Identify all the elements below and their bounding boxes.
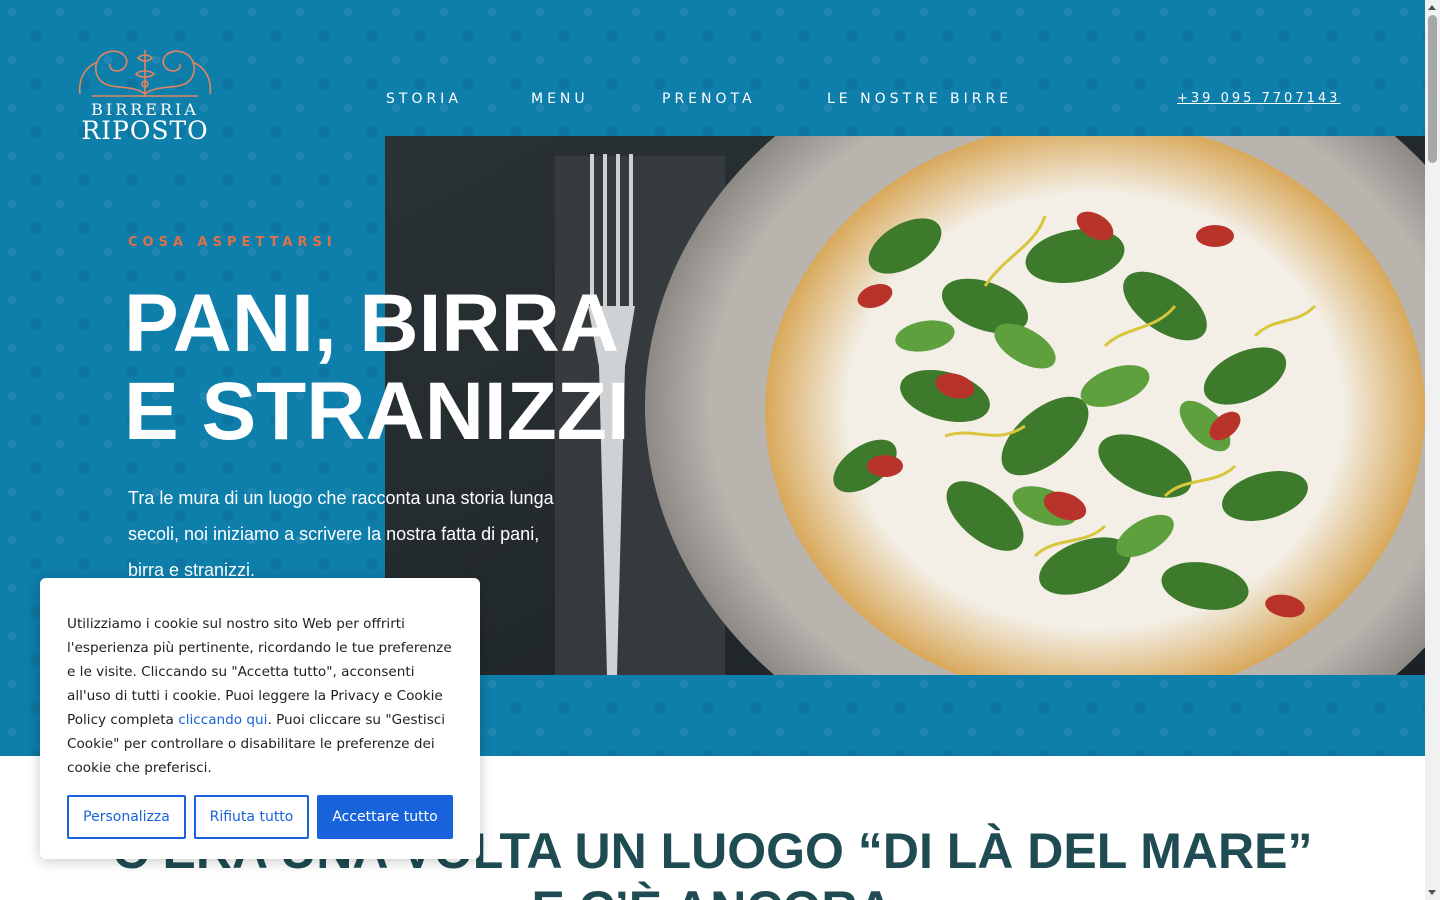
- nav-item-prenota[interactable]: PRENOTA: [662, 91, 756, 107]
- hero-headline: PANI, BIRRA E STRANIZZI: [124, 280, 630, 456]
- cookie-text: Utilizziamo i cookie sul nostro sito Web…: [67, 612, 453, 780]
- nav-item-le-nostre-birre[interactable]: LE NOSTRE BIRRE: [827, 91, 1012, 107]
- hero-kicker: COSA ASPETTARSI: [128, 235, 337, 250]
- brand-logo[interactable]: BIRRERIA RIPOSTO: [70, 44, 220, 148]
- scroll-thumb[interactable]: [1428, 15, 1437, 163]
- scroll-up-icon[interactable]: [1428, 5, 1436, 10]
- phone-link[interactable]: +39 095 7707143: [1177, 91, 1340, 106]
- logo-ornament-icon: [78, 50, 212, 97]
- customize-button[interactable]: Personalizza: [67, 795, 186, 839]
- hero-intro: Tra le mura di un luogo che racconta una…: [128, 488, 554, 580]
- hero-headline-line2: E STRANIZZI: [124, 366, 630, 457]
- accept-all-button[interactable]: Accettare tutto: [317, 795, 453, 839]
- cookie-policy-link[interactable]: cliccando qui: [178, 712, 267, 728]
- reject-all-button[interactable]: Rifiuta tutto: [194, 795, 309, 839]
- page-scrollbar[interactable]: [1425, 0, 1440, 900]
- nav-item-storia[interactable]: STORIA: [386, 91, 462, 107]
- hero-headline-line1: PANI, BIRRA: [124, 278, 620, 369]
- brand-line2: RIPOSTO: [81, 116, 209, 145]
- scroll-down-icon[interactable]: [1428, 890, 1436, 895]
- section2-title-line2: E C’È ANCORA: [0, 880, 1425, 900]
- cookie-consent-banner: Utilizziamo i cookie sul nostro sito Web…: [40, 578, 480, 859]
- nav-item-menu[interactable]: MENU: [531, 91, 589, 107]
